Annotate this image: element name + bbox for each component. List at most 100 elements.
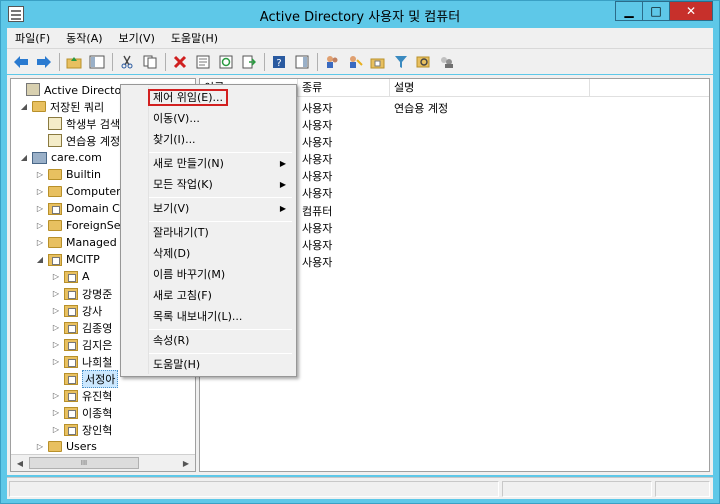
tree-item-saved-queries[interactable]: ◢ 저장된 쿼리: [19, 98, 104, 115]
tree-label: 강사: [82, 304, 103, 318]
export-list-icon[interactable]: [239, 52, 259, 72]
tree-item-ou[interactable]: ▷ 이종혁: [51, 404, 112, 421]
menu-item-new[interactable]: 새로 만들기(N) ▶: [123, 154, 294, 174]
menu-item-export-list[interactable]: 목록 내보내기(L)...: [123, 307, 294, 327]
copy-icon[interactable]: [140, 52, 160, 72]
tree-item-query[interactable]: 연습용 계정: [35, 132, 120, 149]
collapse-arrow-icon[interactable]: ▷: [51, 272, 61, 281]
expand-arrow-icon[interactable]: ◢: [35, 255, 45, 264]
back-arrow-icon[interactable]: [11, 52, 31, 72]
toolbar-separator: [112, 52, 113, 71]
add-to-group-icon[interactable]: [437, 52, 457, 72]
collapse-arrow-icon[interactable]: ▷: [35, 442, 45, 451]
tree-item-users[interactable]: ▷ Users: [35, 438, 97, 455]
cell-type: 사용자: [302, 239, 333, 252]
menu-action[interactable]: 동작(A): [58, 30, 110, 46]
tree-item-builtin[interactable]: ▷ Builtin: [35, 166, 101, 183]
collapse-arrow-icon[interactable]: ▷: [35, 170, 45, 179]
collapse-arrow-icon[interactable]: ▷: [35, 204, 45, 213]
tree-item-query[interactable]: 학생부 검색: [35, 115, 120, 132]
menu-item-move[interactable]: 이동(V)...: [123, 109, 294, 129]
menu-view[interactable]: 보기(V): [111, 30, 163, 46]
collapse-arrow-icon[interactable]: ▷: [35, 238, 45, 247]
menu-item-help[interactable]: 도움말(H): [123, 355, 294, 375]
tree-item-ou[interactable]: ▷ 강사: [51, 302, 102, 319]
tree-item-ou[interactable]: ▷ 나희철: [51, 353, 112, 370]
tree-item-computers[interactable]: ▷ Computers: [35, 183, 127, 200]
tree-item-ou[interactable]: ▷ 김종영: [51, 319, 112, 336]
add-user-icon[interactable]: [345, 52, 365, 72]
cut-icon[interactable]: [117, 52, 137, 72]
menu-item-refresh[interactable]: 새로 고침(F): [123, 286, 294, 306]
scroll-thumb[interactable]: III: [29, 457, 139, 469]
tree-item-ou[interactable]: ▷ 유진혁: [51, 387, 112, 404]
expand-arrow-icon[interactable]: ◢: [19, 153, 29, 162]
tree-label: 장인혁: [82, 423, 113, 437]
tree-item-foreign-security[interactable]: ▷ ForeignSec: [35, 217, 127, 234]
folder-icon: [48, 220, 62, 231]
menu-file[interactable]: 파일(F): [7, 30, 58, 46]
up-folder-icon[interactable]: [64, 52, 84, 72]
collapse-arrow-icon[interactable]: ▷: [35, 187, 45, 196]
menu-item-delegate-control[interactable]: 제어 위임(E)...: [123, 88, 294, 108]
forward-arrow-icon[interactable]: [34, 52, 54, 72]
tree-item-domain-controllers[interactable]: ▷ Domain C: [35, 200, 120, 217]
title-bar[interactable]: Active Directory 사용자 및 컴퓨터 ▁ □ ✕: [1, 1, 719, 28]
action-pane-icon[interactable]: [292, 52, 312, 72]
ou-icon: [64, 355, 78, 368]
tree-item-domain[interactable]: ◢ care.com: [19, 149, 102, 166]
menu-item-label: 모든 작업(K): [153, 178, 213, 191]
tree-item-ou[interactable]: ▷ 김지은: [51, 336, 112, 353]
add-ou-icon[interactable]: [368, 52, 388, 72]
tree-item-ou-selected[interactable]: 서정아: [51, 369, 119, 388]
tree-label: 김지은: [82, 338, 113, 352]
filter-icon[interactable]: [391, 52, 411, 72]
submenu-arrow-icon: ▶: [279, 180, 286, 189]
collapse-arrow-icon[interactable]: ▷: [51, 425, 61, 434]
scroll-right-icon[interactable]: ▶: [178, 456, 194, 470]
collapse-arrow-icon[interactable]: ▷: [51, 323, 61, 332]
menu-item-cut[interactable]: 잘라내기(T): [123, 223, 294, 243]
menu-item-rename[interactable]: 이름 바꾸기(M): [123, 265, 294, 285]
tree-label: Managed S: [66, 236, 128, 249]
column-type[interactable]: 종류: [298, 79, 390, 97]
tree-item-mcitp[interactable]: ◢ MCITP: [35, 251, 100, 268]
tree-item-ou[interactable]: ▷ 강명준: [51, 285, 112, 302]
menu-item-view[interactable]: 보기(V) ▶: [123, 199, 294, 219]
menu-item-find[interactable]: 찾기(I)...: [123, 130, 294, 150]
show-hide-tree-icon[interactable]: [87, 52, 107, 72]
tree-item-managed-service[interactable]: ▷ Managed S: [35, 234, 127, 251]
users-icon[interactable]: [322, 52, 342, 72]
tree-item-ou[interactable]: ▷ 장인혁: [51, 421, 112, 438]
collapse-arrow-icon[interactable]: ▷: [51, 340, 61, 349]
find-icon[interactable]: [414, 52, 434, 72]
status-segment: [502, 481, 652, 497]
horizontal-scrollbar[interactable]: ◀ III ▶: [11, 454, 195, 471]
minimize-button[interactable]: ▁: [615, 1, 643, 21]
collapse-arrow-icon[interactable]: ▷: [35, 221, 45, 230]
menu-bar: 파일(F) 동작(A) 보기(V) 도움말(H): [7, 28, 713, 48]
properties-icon[interactable]: [193, 52, 213, 72]
menu-help[interactable]: 도움말(H): [163, 30, 226, 46]
collapse-arrow-icon[interactable]: ▷: [51, 289, 61, 298]
maximize-button[interactable]: □: [642, 1, 670, 21]
delete-icon[interactable]: [170, 52, 190, 72]
close-button[interactable]: ✕: [669, 1, 713, 21]
collapse-arrow-icon[interactable]: ▷: [51, 357, 61, 366]
collapse-arrow-icon[interactable]: ▷: [51, 306, 61, 315]
scroll-left-icon[interactable]: ◀: [12, 456, 28, 470]
tree-label: Builtin: [66, 168, 101, 181]
tree-item-ou[interactable]: ▷ A: [51, 268, 90, 285]
tree-label: 서정아: [82, 369, 119, 388]
menu-item-all-tasks[interactable]: 모든 작업(K) ▶: [123, 175, 294, 195]
menu-item-properties[interactable]: 속성(R): [123, 331, 294, 351]
collapse-arrow-icon[interactable]: ▷: [51, 391, 61, 400]
collapse-arrow-icon[interactable]: ▷: [51, 408, 61, 417]
column-description[interactable]: 설명: [390, 79, 590, 97]
expand-arrow-icon[interactable]: ◢: [19, 102, 29, 111]
refresh-icon[interactable]: [216, 52, 236, 72]
folder-icon: [48, 169, 62, 180]
toolbar-separator: [264, 52, 265, 71]
help-icon[interactable]: ?: [269, 52, 289, 72]
menu-item-delete[interactable]: 삭제(D): [123, 244, 294, 264]
